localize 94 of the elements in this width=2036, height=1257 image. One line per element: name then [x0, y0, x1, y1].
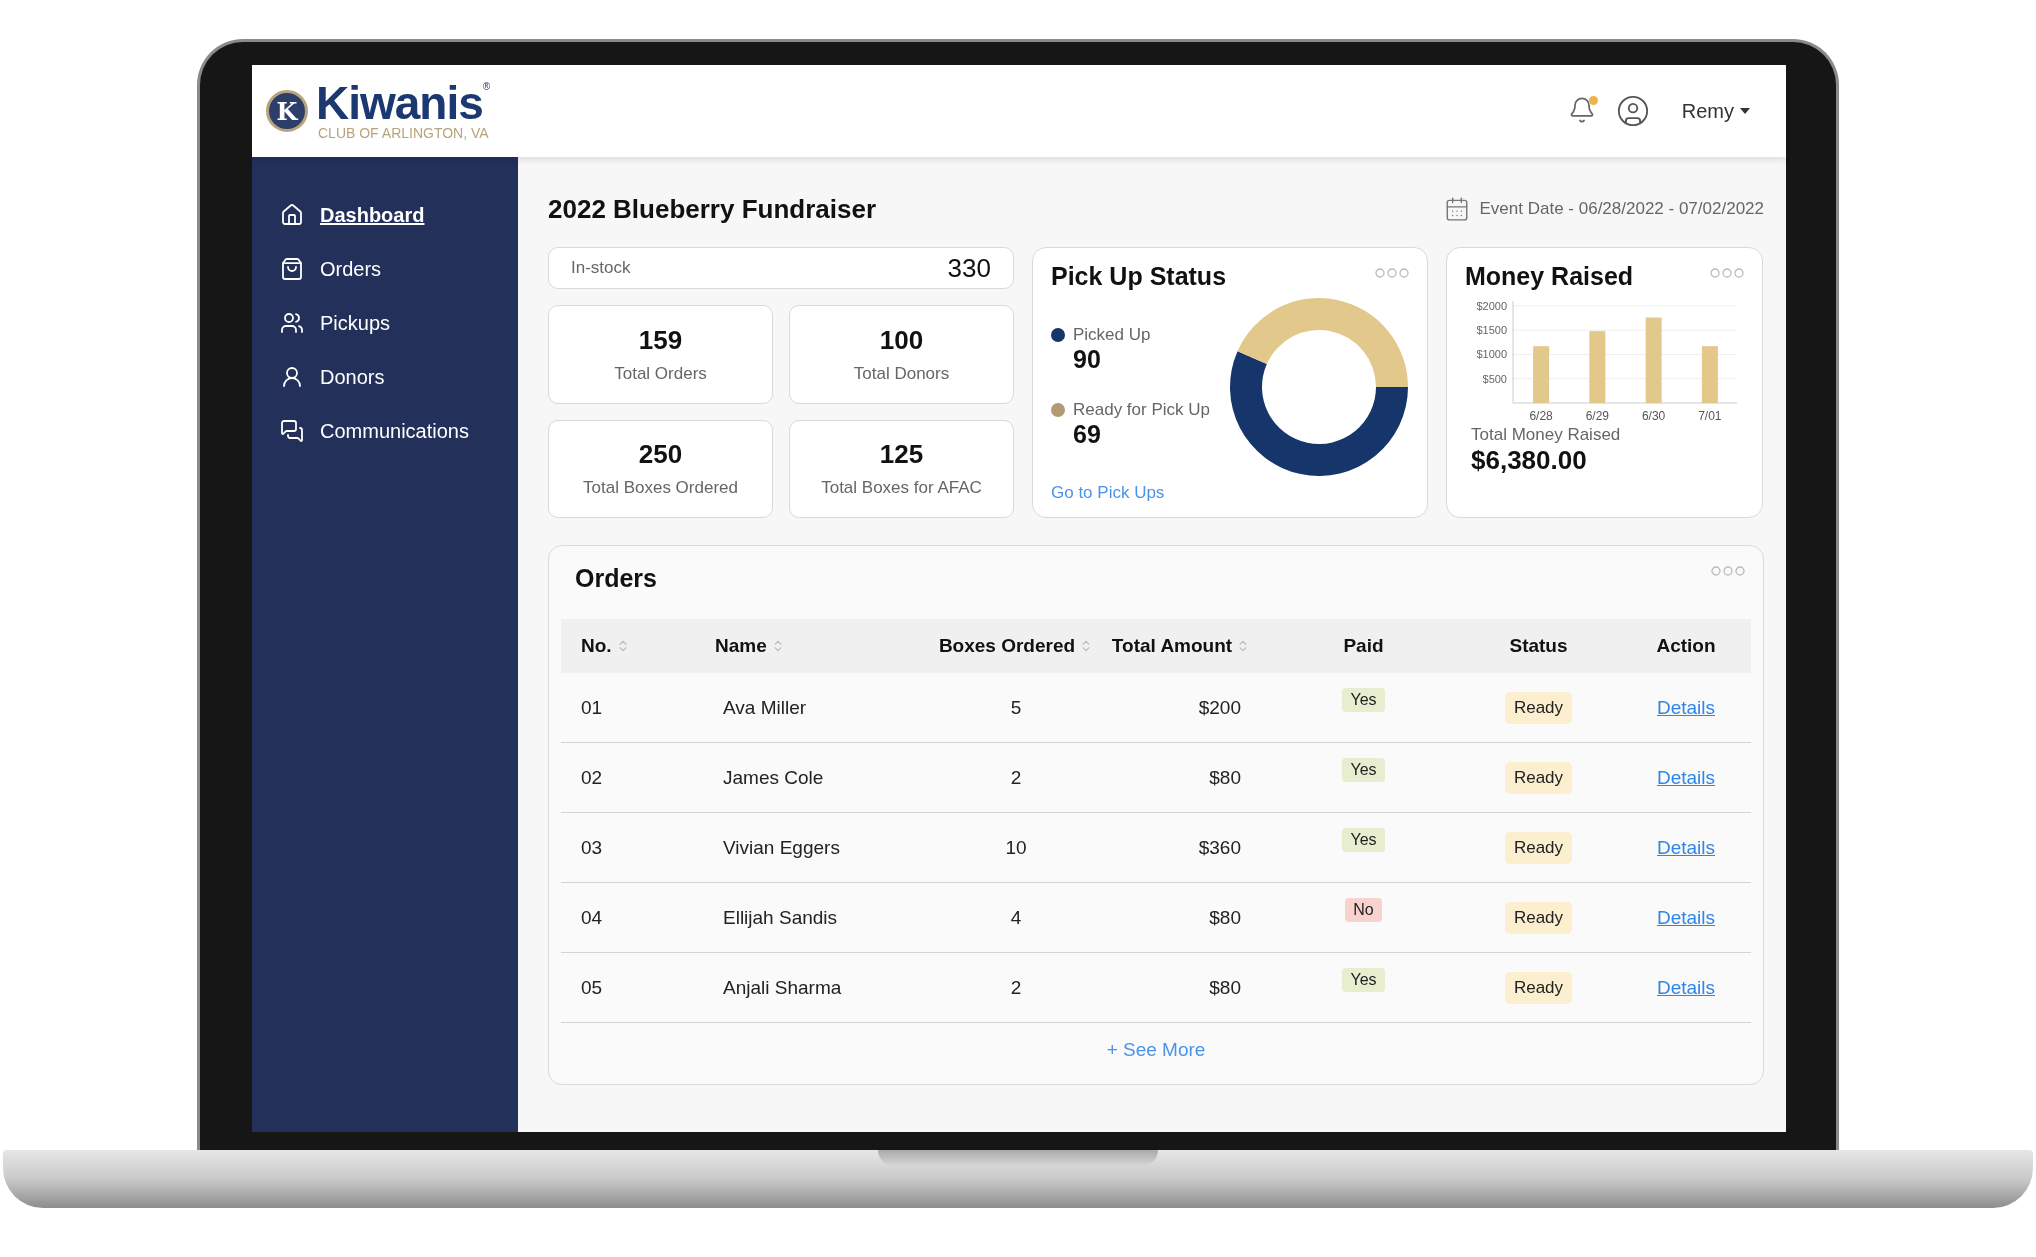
legend-label: Ready for Pick Up	[1073, 400, 1210, 420]
table-cell: James Cole	[723, 766, 824, 789]
y-tick-label: $500	[1482, 372, 1507, 385]
table-cell: 03	[581, 836, 603, 859]
sidebar-item[interactable]: Pickups	[280, 303, 518, 343]
sidebar-item[interactable]: Orders	[280, 249, 518, 289]
status-badge: Ready	[1504, 901, 1573, 934]
card-title: Orders	[575, 564, 657, 593]
chart-bar	[1589, 331, 1606, 403]
status-badge: Ready	[1504, 761, 1573, 794]
card-title: Pick Up Status	[1051, 262, 1227, 291]
stat-label: Total Donors	[853, 363, 950, 384]
column-header[interactable]: No.	[581, 635, 630, 657]
logo-name: Kiwanis	[316, 81, 483, 125]
stat-value: 250	[638, 439, 683, 471]
table-cell: $80	[1209, 906, 1241, 929]
column-header: Paid	[1343, 635, 1384, 657]
table-cell: Ava Miller	[723, 696, 807, 719]
stat-value: 100	[879, 324, 924, 356]
stat-value: 159	[638, 324, 683, 356]
table-cell: $80	[1209, 976, 1241, 999]
table-cell: Anjali Sharma	[723, 976, 842, 999]
paid-badge: Yes	[1342, 827, 1385, 852]
table-cell: $200	[1198, 696, 1241, 719]
table-cell: 5	[1010, 696, 1022, 719]
more-options-icon[interactable]	[1710, 268, 1744, 278]
event-date: Event Date - 06/28/2022 - 07/02/2022	[1479, 199, 1764, 219]
column-header: Action	[1656, 635, 1716, 657]
stat-label: Total Boxes Ordered	[583, 478, 738, 499]
table-cell: $360	[1198, 836, 1241, 859]
x-tick-label: 6/28	[1529, 409, 1553, 423]
sidebar-item[interactable]: Communications	[280, 411, 518, 451]
details-link[interactable]: Details	[1656, 976, 1716, 999]
chart-bar	[1701, 346, 1718, 403]
paid-badge: Yes	[1342, 967, 1385, 992]
legend-value: 69	[1073, 420, 1102, 449]
stat-value: 125	[879, 439, 924, 471]
user-menu-button[interactable]: Remy	[1681, 99, 1750, 123]
table-cell: Vivian Eggers	[723, 836, 840, 859]
page-title: 2022 Blueberry Fundraiser	[548, 193, 877, 225]
sidebar-item[interactable]: Dashboard	[280, 195, 518, 235]
details-link[interactable]: Details	[1656, 696, 1716, 719]
total-money-label: Total Money Raised	[1471, 425, 1622, 445]
table-cell: 2	[1010, 766, 1022, 789]
chart-bar	[1533, 346, 1550, 403]
status-badge: Ready	[1504, 691, 1573, 724]
people-icon	[280, 311, 304, 335]
person-icon	[280, 365, 304, 389]
table-cell: 4	[1010, 906, 1022, 929]
user-avatar-icon[interactable]	[1615, 94, 1650, 128]
details-link[interactable]: Details	[1656, 836, 1716, 859]
registered-mark: ®	[482, 81, 491, 92]
caret-icon	[1740, 107, 1750, 115]
paid-badge: Yes	[1342, 757, 1385, 782]
chat-icon	[280, 419, 304, 443]
details-link[interactable]: Details	[1656, 766, 1716, 789]
status-badge: Ready	[1504, 971, 1573, 1004]
column-header[interactable]: Boxes Ordered	[938, 635, 1094, 657]
y-tick-label: $2000	[1476, 299, 1507, 312]
details-link[interactable]: Details	[1656, 906, 1716, 929]
sidebar-item[interactable]: Donors	[280, 357, 518, 397]
column-header[interactable]: Total Amount	[1111, 635, 1251, 657]
table-cell: 10	[1005, 836, 1027, 859]
shopping-bag-icon	[280, 257, 304, 281]
table-cell: 04	[581, 906, 603, 929]
more-options-icon[interactable]	[1375, 268, 1409, 278]
home-icon	[280, 203, 304, 227]
table-cell: Ellijah Sandis	[723, 906, 838, 929]
table-cell: 02	[581, 766, 603, 789]
card-title: Money Raised	[1465, 262, 1634, 291]
column-header[interactable]: Name	[715, 635, 785, 657]
table-cell: 05	[581, 976, 603, 999]
y-tick-label: $1500	[1476, 324, 1507, 337]
total-money-value: $6,380.00	[1471, 445, 1588, 476]
paid-badge: No	[1345, 897, 1382, 922]
x-tick-label: 6/29	[1585, 409, 1610, 423]
y-tick-label: $1000	[1476, 348, 1507, 361]
legend-label: Picked Up	[1073, 325, 1151, 345]
in-stock-value: 330	[947, 252, 991, 284]
logo-emblem: K	[266, 90, 308, 132]
table-cell: 2	[1010, 976, 1022, 999]
more-options-icon[interactable]	[1711, 566, 1745, 576]
stat-label: Total Orders	[614, 363, 707, 384]
column-header: Status	[1509, 635, 1568, 657]
paid-badge: Yes	[1342, 687, 1385, 712]
table-cell: 01	[581, 696, 603, 719]
logo-subtitle: CLUB OF ARLINGTON, VA	[318, 125, 490, 141]
x-tick-label: 7/01	[1698, 409, 1722, 423]
x-tick-label: 6/30	[1641, 409, 1666, 423]
table-cell: $80	[1209, 766, 1241, 789]
stat-label: Total Boxes for AFAC	[821, 478, 982, 499]
in-stock-label: In-stock	[571, 258, 631, 278]
status-badge: Ready	[1504, 831, 1573, 864]
legend-value: 90	[1073, 345, 1102, 374]
